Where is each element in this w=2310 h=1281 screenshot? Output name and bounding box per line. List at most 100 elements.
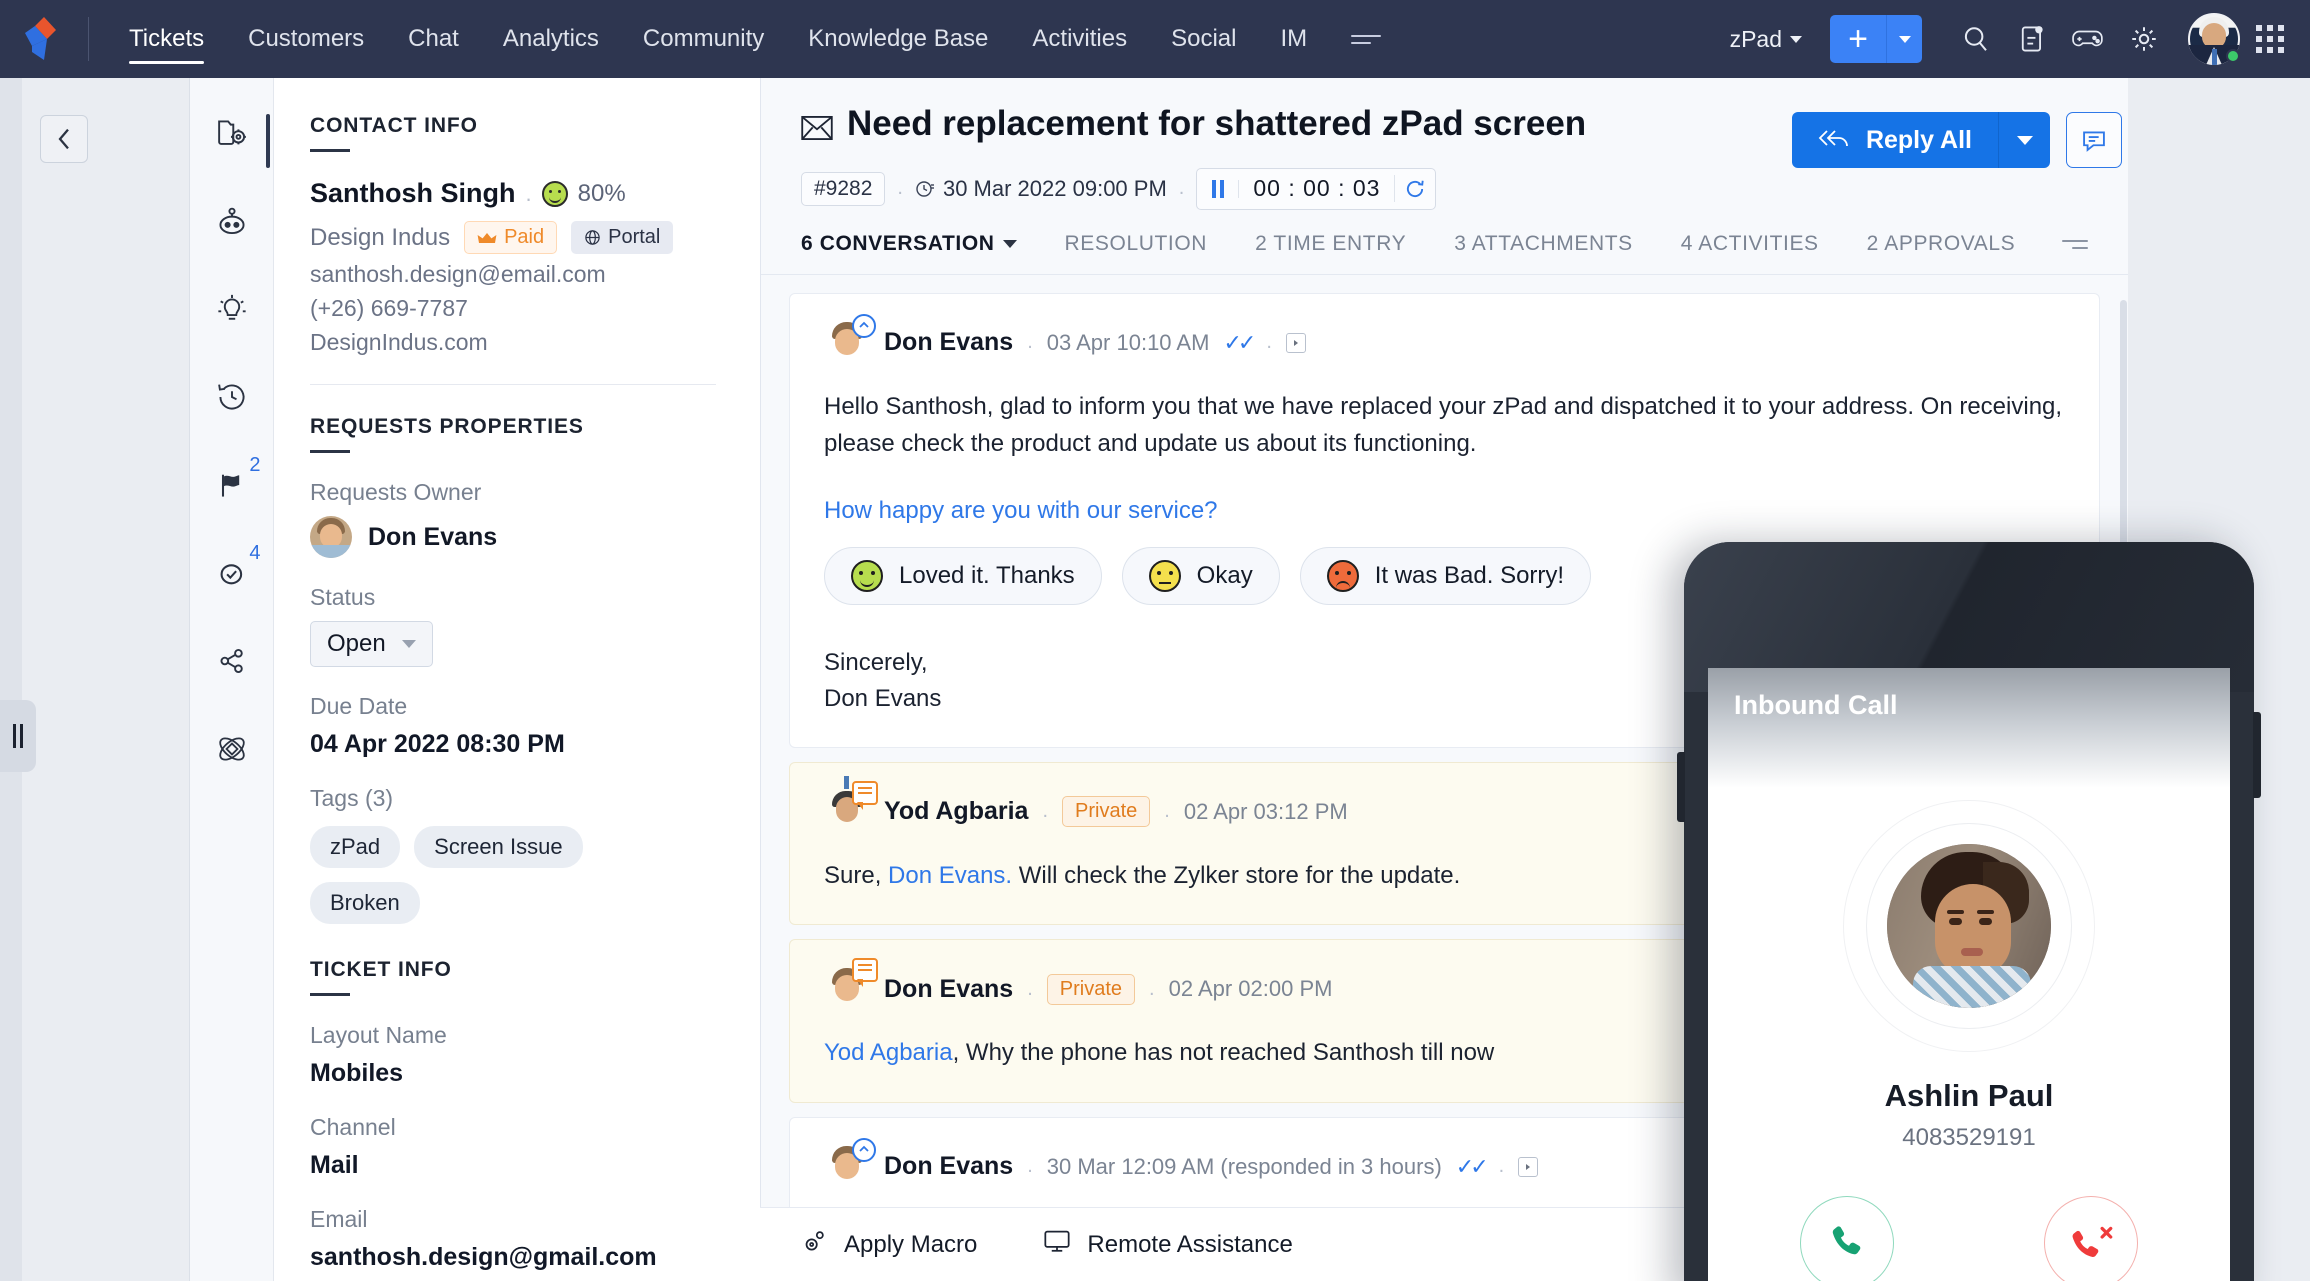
survey-option-loved[interactable]: Loved it. Thanks [824, 546, 1102, 605]
mention-link[interactable]: Yod Agbaria [824, 1039, 953, 1066]
nav-label: Chat [408, 25, 459, 52]
field-settings-icon[interactable] [205, 106, 270, 168]
approval-check-icon[interactable]: 4 [205, 542, 261, 600]
gamification-icon[interactable] [2060, 11, 2116, 67]
tag-item[interactable]: Screen Issue [414, 826, 583, 868]
contact-name[interactable]: Santhosh Singh [310, 178, 516, 209]
owner-name: Don Evans [368, 522, 498, 551]
message-expand-icon[interactable] [1518, 1156, 1539, 1177]
organization-name[interactable]: Design Indus [310, 224, 450, 252]
user-avatar[interactable] [2188, 13, 2240, 65]
dot-separator: . [525, 180, 532, 206]
nav-item-im[interactable]: IM [1258, 0, 1329, 78]
online-status-dot [2226, 49, 2240, 63]
bot-icon[interactable] [205, 194, 259, 248]
outgoing-reply-icon [852, 1137, 876, 1162]
gear-icon[interactable] [2116, 11, 2172, 67]
blueprint-icon[interactable] [205, 722, 259, 776]
contact-email[interactable]: santhosh.design@email.com [310, 261, 716, 288]
history-icon[interactable] [205, 370, 259, 424]
create-group: + [1830, 15, 1922, 63]
flag-icon[interactable]: 2 [205, 454, 261, 512]
add-comment-button[interactable] [2066, 112, 2122, 168]
apply-macro-label: Apply Macro [844, 1230, 978, 1258]
apply-macro-button[interactable]: Apply Macro [800, 1227, 977, 1262]
tag-item[interactable]: zPad [310, 826, 401, 868]
lightbulb-icon[interactable] [205, 282, 259, 336]
created-date-text: 30 Mar 2022 09:00 PM [942, 175, 1167, 201]
active-tool-indicator [265, 114, 270, 168]
private-badge: Private [1046, 973, 1136, 1005]
survey-option-bad[interactable]: It was Bad. Sorry! [1299, 546, 1592, 605]
refresh-icon[interactable] [1395, 178, 1435, 200]
tab-resolution[interactable]: RESOLUTION [1041, 232, 1232, 274]
nav-item-customers[interactable]: Customers [226, 0, 386, 78]
body-suffix: , Why the phone has not reached Santhosh… [952, 1039, 1495, 1067]
clock-icon [916, 181, 934, 197]
app-root: Tickets Customers Chat Analytics Communi… [0, 0, 2310, 1281]
caller-ring-inner [1866, 823, 2072, 1029]
message-time: 02 Apr 03:12 PM [1183, 798, 1348, 824]
time-tracker: 00 : 00 : 03 [1196, 167, 1437, 210]
decline-call-button[interactable]: Decline [2044, 1196, 2138, 1281]
portal-badge: Portal [571, 221, 674, 254]
contact-phone[interactable]: (+26) 669-7787 [310, 295, 716, 322]
app-logo[interactable] [0, 16, 88, 62]
tab-conversation[interactable]: 6 CONVERSATION [801, 232, 1041, 274]
share-icon[interactable] [205, 634, 259, 688]
tag-item[interactable]: Broken [310, 882, 420, 924]
status-value: Open [327, 630, 386, 657]
channel-value: Mail [310, 1151, 359, 1179]
owner-avatar [310, 516, 352, 558]
requests-owner-value[interactable]: Don Evans [310, 516, 716, 558]
status-dropdown[interactable]: Open [310, 621, 433, 667]
apps-grid-icon[interactable] [2256, 25, 2284, 53]
tab-attachments[interactable]: 3 ATTACHMENTS [1430, 232, 1657, 274]
add-new-dropdown-button[interactable] [1886, 15, 1922, 63]
search-icon[interactable] [1948, 11, 2004, 67]
dot-separator: . [1164, 800, 1170, 823]
reply-all-button[interactable]: Reply All [1791, 112, 1998, 168]
ticket-id: #9282 [801, 171, 886, 206]
add-new-button[interactable]: + [1830, 15, 1886, 63]
reply-options-dropdown[interactable] [1998, 112, 2050, 168]
dot-separator: . [1178, 177, 1185, 200]
tab-time-entry[interactable]: 2 TIME ENTRY [1231, 232, 1430, 274]
nav-item-social[interactable]: Social [1149, 0, 1258, 78]
nav-item-community[interactable]: Community [621, 0, 786, 78]
back-button[interactable] [40, 115, 88, 163]
page-title: Need replacement for shattered zPad scre… [801, 102, 1661, 152]
chevron-down-icon [1790, 35, 1802, 43]
tab-label: 3 ATTACHMENTS [1454, 231, 1633, 255]
sidebar-collapse-handle[interactable] [0, 700, 36, 772]
department-selector[interactable]: zPad [1730, 26, 1802, 53]
tabs-more-menu-icon[interactable] [2062, 240, 2088, 265]
nav-more-menu-icon[interactable] [1351, 34, 1382, 44]
contact-website[interactable]: DesignIndus.com [310, 329, 716, 356]
nav-item-knowledge-base[interactable]: Knowledge Base [786, 0, 1010, 78]
survey-question[interactable]: How happy are you with our service? [824, 497, 2065, 525]
tab-activities[interactable]: 4 ACTIVITIES [1657, 232, 1843, 274]
macro-icon [800, 1227, 828, 1262]
nav-item-analytics[interactable]: Analytics [481, 0, 621, 78]
mention-link[interactable]: Don Evans. [888, 862, 1012, 889]
email-label: Email [310, 1206, 368, 1232]
pause-icon[interactable] [1197, 179, 1240, 198]
message-time: 03 Apr 10:10 AM [1046, 329, 1210, 355]
survey-option-okay[interactable]: Okay [1121, 546, 1280, 605]
notes-icon[interactable] [2004, 11, 2060, 67]
status-label: Status [310, 584, 376, 610]
nav-item-chat[interactable]: Chat [386, 0, 481, 78]
nav-item-activities[interactable]: Activities [1010, 0, 1149, 78]
message-expand-icon[interactable] [1285, 332, 1306, 353]
tab-approvals[interactable]: 2 APPROVALS [1843, 232, 2040, 274]
mail-icon [801, 108, 833, 152]
chevron-down-icon [1898, 35, 1911, 43]
dot-separator: . [1027, 331, 1033, 354]
sad-face-icon [1326, 559, 1359, 592]
due-date-label: Due Date [310, 693, 408, 719]
nav-item-tickets[interactable]: Tickets [107, 0, 226, 78]
answer-call-button[interactable]: Answer [1800, 1196, 1894, 1281]
phone-volume-button [1677, 752, 1685, 822]
remote-assistance-button[interactable]: Remote Assistance [1043, 1228, 1293, 1261]
